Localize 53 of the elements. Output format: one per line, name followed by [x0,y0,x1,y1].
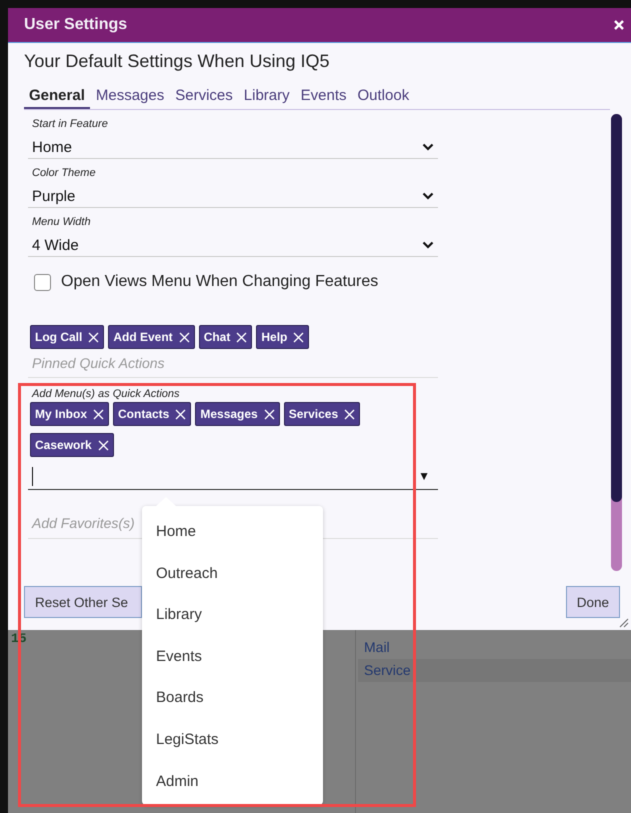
pinned-actions-field[interactable]: Pinned Quick Actions [28,349,438,377]
chevron-down-icon [422,241,434,249]
resize-grip-icon [619,618,629,628]
window-title: User Settings [24,16,128,34]
remove-icon[interactable] [344,408,356,420]
button[interactable]: Done [566,586,620,618]
checkbox[interactable] [34,274,51,290]
dropdown-arrow[interactable]: ▼ [418,469,430,483]
field-label: Add Menu(s) as Quick Actions [30,388,181,402]
tag-label: Messages [200,407,258,421]
scrollbar[interactable] [611,114,622,571]
remove-icon[interactable] [236,332,248,342]
close-icon[interactable] [613,19,625,31]
tag-label: Casework [35,438,92,452]
tag-label: Chat [204,330,230,344]
menu-item[interactable]: Boards [142,686,323,728]
tag-label: Log Call [35,330,82,344]
tab[interactable]: Library [238,87,295,109]
field-label: Menu Width [31,216,92,230]
menu-item[interactable]: Library [142,603,323,645]
field-label: Start in Feature [31,118,109,132]
remove-icon[interactable] [293,332,304,342]
select-field[interactable]: Purple [28,185,438,208]
dialog-heading: Your Default Settings When Using IQ5 [24,51,330,73]
tag-label: Contacts [118,407,170,421]
tab[interactable]: Events [296,87,352,109]
remove-icon[interactable] [93,408,104,420]
tag-label: Help [261,330,288,344]
menu-input-field[interactable]: ▼ [28,463,438,490]
menu-item[interactable]: Admin [142,770,323,812]
remove-icon[interactable] [98,440,109,450]
button[interactable]: Reset Other Se [24,586,142,618]
tab[interactable]: Messages [90,87,170,109]
tab[interactable]: Outlook [352,87,414,109]
remove-icon[interactable] [88,332,100,342]
menu-item[interactable]: LegiStats [142,728,323,770]
remove-icon[interactable] [178,332,190,342]
tab[interactable]: Services [170,87,238,109]
menu-item[interactable]: Home [142,520,323,562]
tag-label: My Inbox [35,407,88,421]
chevron-down-icon [422,143,434,151]
menu-item[interactable]: Events [142,644,323,686]
checkbox-label: Open Views Menu When Changing Features [61,273,378,291]
chevron-down-icon [422,192,434,200]
remove-icon[interactable] [264,408,275,420]
tab[interactable]: General [24,87,90,109]
tag-label: Add Event [113,330,173,344]
field-label: Color Theme [31,167,97,181]
select-field[interactable]: 4 Wide [28,234,438,257]
tag-label: Services [288,407,338,421]
menu-item[interactable]: Outreach [142,562,323,604]
select-field[interactable]: Home [28,136,438,159]
remove-icon[interactable] [175,408,186,420]
